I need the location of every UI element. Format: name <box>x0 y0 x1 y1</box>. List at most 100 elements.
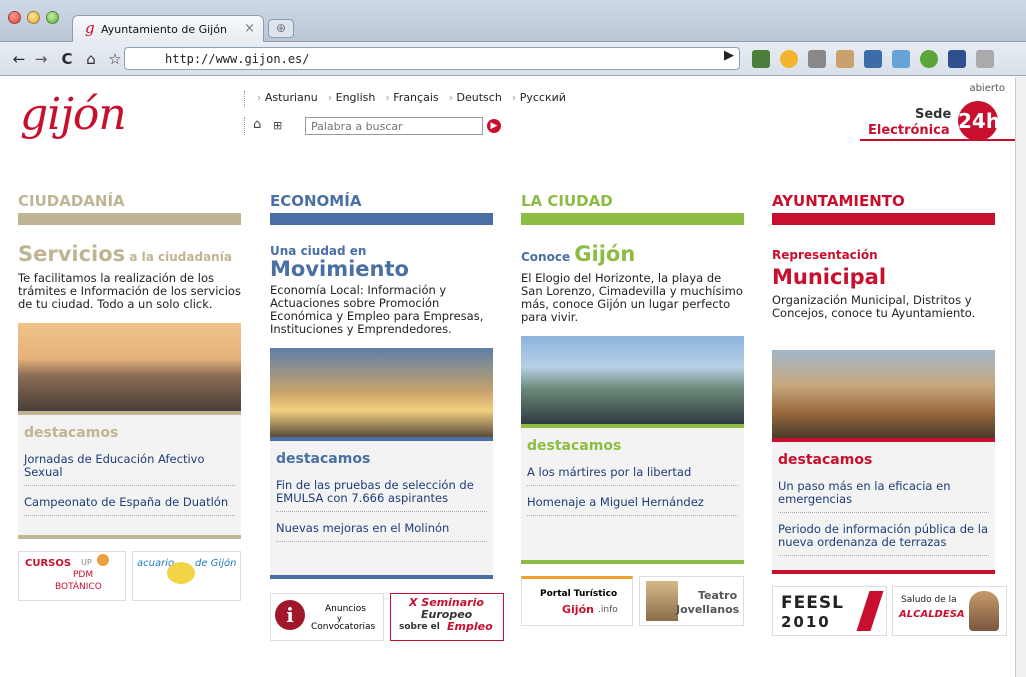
title-bar: g Ayuntamiento de Gijón × ⊕ <box>0 0 1026 42</box>
forward-arrow-icon[interactable]: → <box>30 48 52 70</box>
vertical-scrollbar[interactable] <box>1015 77 1026 677</box>
column-ciudadania: CIUDADANÍA Servicios a la ciudadanía Te … <box>18 192 241 605</box>
feesl-logo-mark <box>856 591 884 631</box>
column-la-ciudad: LA CIUDAD Conoce Gijón El Elogio del Hor… <box>521 192 744 630</box>
window-ext-icon[interactable] <box>864 50 882 68</box>
destacamos-box: destacamos Un paso más en la eficacia en… <box>772 438 995 570</box>
hero-small: Conoce <box>521 250 575 264</box>
column-footer-bar <box>270 575 493 579</box>
home-icon[interactable]: ⌂ <box>80 48 102 70</box>
hero-small: Representación <box>772 248 878 262</box>
column-description: Economía Local: Información y Actuacione… <box>270 283 484 336</box>
go-arrow-icon[interactable]: ▶ <box>724 48 734 63</box>
feesl-text: FEESL <box>781 593 844 613</box>
cursos-banner[interactable]: CURSOS UP PDM BOTÁNICO <box>18 551 126 601</box>
gijon-logo[interactable]: gijón <box>20 87 160 142</box>
news-link-2[interactable]: Campeonato de España de Duatlón <box>24 496 235 516</box>
banner-row: FEESL 2010 Saludo de la ALCALDESA <box>772 586 1007 640</box>
news-link-1[interactable]: Fin de las pruebas de selección de EMULS… <box>276 479 487 512</box>
feesl-banner[interactable]: FEESL 2010 <box>772 586 887 636</box>
saludo-text: Saludo de la <box>901 595 957 605</box>
column-ayuntamiento: AYUNTAMIENTO Representación Municipal Or… <box>772 192 1007 640</box>
degijon-text: de Gijón <box>195 558 237 569</box>
minimize-window-button[interactable] <box>27 11 40 24</box>
hero-title[interactable]: Una ciudad en Movimiento <box>270 243 493 280</box>
feather-ext-icon[interactable] <box>836 50 854 68</box>
news-link-1[interactable]: Jornadas de Educación Afectivo Sexual <box>24 453 235 486</box>
translate-ext-icon[interactable] <box>752 50 770 68</box>
news-link-2[interactable]: Nuevas mejoras en el Molinón <box>276 522 487 542</box>
extensions-bar <box>744 50 1026 70</box>
back-arrow-icon[interactable]: ← <box>8 48 30 70</box>
column-bar <box>521 213 744 225</box>
puzzle-ext-icon[interactable] <box>948 50 966 68</box>
header-tools: ⌂ ⊞ ▶ <box>244 117 501 135</box>
hero-title[interactable]: Representación Municipal <box>772 243 995 290</box>
hero-big: Gijón <box>574 242 636 266</box>
home-icon[interactable]: ⌂ <box>253 117 261 132</box>
sede-title: Sede <box>915 107 952 122</box>
info-icon: i <box>275 600 305 630</box>
reload-icon[interactable]: C <box>56 48 78 70</box>
botanico-text: BOTÁNICO <box>55 582 102 592</box>
address-bar[interactable]: http://www.gijon.es/ <box>124 47 740 70</box>
search-input[interactable] <box>305 117 483 135</box>
column-bar <box>270 213 493 225</box>
elogio-horizonte-photo[interactable] <box>521 336 744 424</box>
seminario-banner[interactable]: X Seminario Europeo sobre el Empleo <box>390 593 504 641</box>
promenade-photo[interactable] <box>18 323 241 411</box>
saludo-alcaldesa-banner[interactable]: Saludo de la ALCALDESA <box>892 586 1007 636</box>
teatro-jovellanos-banner[interactable]: Teatro Jovellanos <box>639 576 744 626</box>
alcaldesa-portrait <box>969 591 999 631</box>
column-heading[interactable]: ECONOMÍA <box>270 192 493 212</box>
column-description: Organización Municipal, Distritos y Conc… <box>772 293 976 320</box>
lang-english[interactable]: English <box>328 91 376 107</box>
column-footer-bar <box>18 535 241 539</box>
portal-gijon-text: Gijón <box>562 603 594 616</box>
seo-ext-icon[interactable] <box>780 50 798 68</box>
search-submit-icon[interactable]: ▶ <box>487 119 501 133</box>
screen-ext-icon[interactable] <box>892 50 910 68</box>
portal-turistico-banner[interactable]: Portal Turístico Gijón .info <box>521 576 633 626</box>
sede-electronica-link[interactable]: abierto Sede Electrónica 24h. <box>860 81 1015 141</box>
up-logo-icon <box>97 554 109 566</box>
column-footer-bar <box>772 570 995 574</box>
lang-asturianu[interactable]: Asturianu <box>257 91 318 107</box>
new-tab-button[interactable]: ⊕ <box>268 19 294 38</box>
acuario-banner[interactable]: acuario de Gijón <box>132 551 241 601</box>
column-description: El Elogio del Horizonte, la playa de San… <box>521 271 743 324</box>
bookmark-star-icon[interactable]: ☆ <box>104 48 126 70</box>
green-ext-icon[interactable] <box>920 50 938 68</box>
close-window-button[interactable] <box>8 11 21 24</box>
banner-row: Portal Turístico Gijón .info Teatro Jove… <box>521 576 744 630</box>
lang-russian[interactable]: Русский <box>512 91 566 107</box>
news-link-1[interactable]: A los mártires por la libertad <box>527 466 738 486</box>
more-ext-icon[interactable] <box>976 50 994 68</box>
plaza-mayor-photo[interactable] <box>772 350 995 438</box>
news-link-2[interactable]: Periodo de información pública de la nue… <box>778 523 989 556</box>
news-link-2[interactable]: Homenaje a Miguel Hernández <box>527 496 738 516</box>
browser-tab[interactable]: g Ayuntamiento de Gijón × <box>72 15 264 42</box>
column-heading[interactable]: CIUDADANÍA <box>18 192 241 212</box>
sede-abierto-label: abierto <box>969 83 1005 94</box>
url-text[interactable]: http://www.gijon.es/ <box>165 52 310 66</box>
cursos-text: CURSOS <box>25 558 72 569</box>
column-heading[interactable]: LA CIUDAD <box>521 192 744 212</box>
convocatorias-text: Convocatorias <box>311 622 376 632</box>
anuncios-banner[interactable]: i Anuncios y Convocatorias <box>270 593 384 641</box>
hero-title[interactable]: Servicios a la ciudadanía <box>18 243 241 268</box>
portal-text: Portal Turístico <box>540 589 618 599</box>
sede-24h-badge: 24h. <box>958 101 1008 141</box>
banner-row: i Anuncios y Convocatorias X Seminario E… <box>270 593 504 647</box>
lang-francais[interactable]: Français <box>385 91 438 107</box>
teatro-text: Teatro <box>698 589 738 602</box>
news-link-1[interactable]: Un paso más en la eficacia en emergencia… <box>778 480 989 513</box>
maximize-window-button[interactable] <box>46 11 59 24</box>
camera-ext-icon[interactable] <box>808 50 826 68</box>
lang-deutsch[interactable]: Deutsch <box>449 91 502 107</box>
building-sunset-photo[interactable] <box>270 348 493 437</box>
tab-close-icon[interactable]: × <box>244 21 255 36</box>
column-heading[interactable]: AYUNTAMIENTO <box>772 192 995 212</box>
hero-title[interactable]: Conoce Gijón <box>521 243 744 268</box>
sitemap-icon[interactable]: ⊞ <box>273 119 282 132</box>
